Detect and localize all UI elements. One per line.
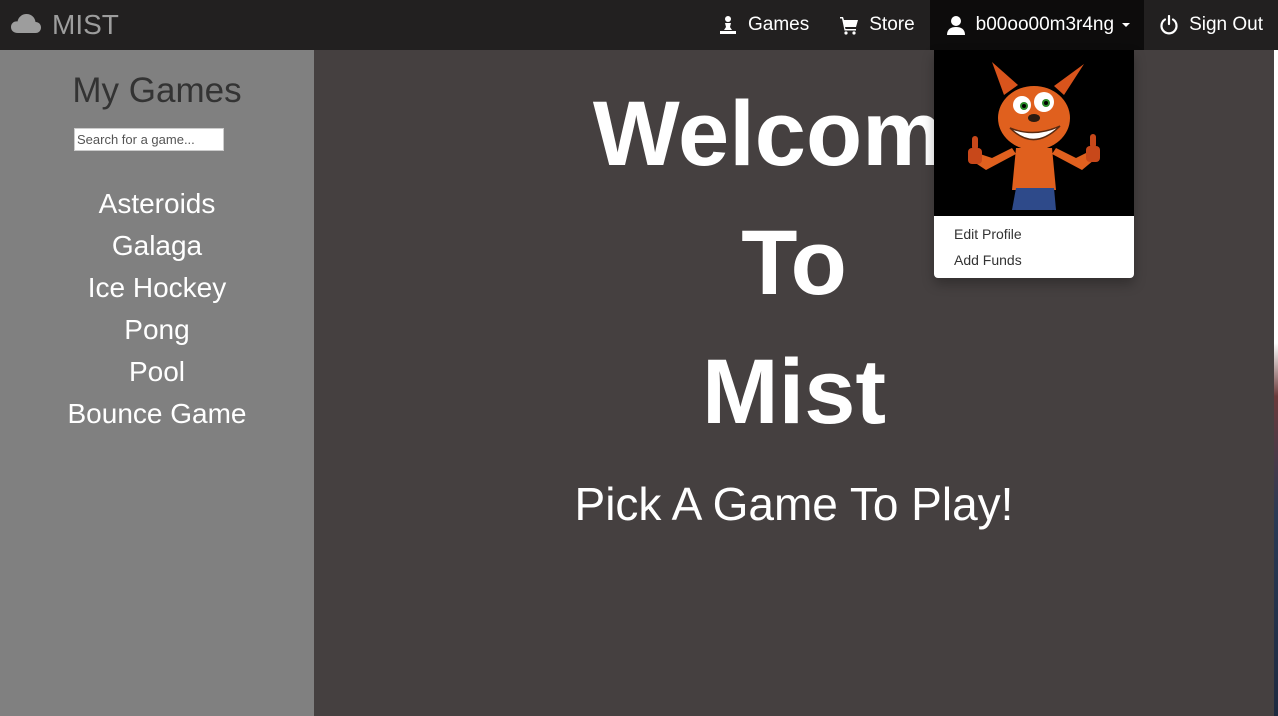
game-search-input[interactable] (74, 128, 224, 151)
sign-out-label: Sign Out (1189, 14, 1263, 35)
nav-right: Games Store b00oo00m3r4ng Sign Out (703, 0, 1278, 50)
game-link-bounce-game[interactable]: Bounce Game (0, 393, 314, 435)
edit-profile-link[interactable]: Edit Profile (934, 221, 1134, 247)
user-dropdown-toggle[interactable]: b00oo00m3r4ng (929, 0, 1145, 50)
sidebar-title: My Games (72, 71, 242, 110)
user-dropdown-menu: Edit Profile Add Funds (934, 50, 1134, 278)
nav-games-label: Games (748, 14, 810, 35)
sign-out-link[interactable]: Sign Out (1144, 0, 1278, 50)
game-link-pong[interactable]: Pong (0, 309, 314, 351)
welcome-line: Mist (702, 341, 886, 443)
nav-games[interactable]: Games (703, 0, 824, 50)
tagline: Pick A Game To Play! (574, 478, 1014, 530)
top-navbar: MIST Games Store b00oo00m3r4ng Sign Out (0, 0, 1278, 50)
caret-down-icon (1122, 23, 1131, 27)
shopping-cart-icon (839, 15, 859, 35)
power-icon (1159, 15, 1179, 35)
nav-store-label: Store (869, 14, 915, 35)
background-edge (1274, 50, 1278, 716)
username: b00oo00m3r4ng (975, 14, 1115, 35)
avatar (934, 50, 1134, 216)
pawn-icon (718, 15, 738, 35)
brand-link[interactable]: MIST (10, 0, 119, 50)
brand-name: MIST (52, 9, 119, 40)
game-link-asteroids[interactable]: Asteroids (0, 183, 314, 225)
sidebar: My Games Asteroids Galaga Ice Hockey Pon… (0, 50, 314, 716)
game-list: Asteroids Galaga Ice Hockey Pong Pool Bo… (0, 183, 314, 435)
nav-store[interactable]: Store (824, 0, 929, 50)
game-link-pool[interactable]: Pool (0, 351, 314, 393)
game-link-ice-hockey[interactable]: Ice Hockey (0, 267, 314, 309)
user-icon (946, 15, 966, 35)
add-funds-link[interactable]: Add Funds (934, 247, 1134, 273)
cloud-icon (10, 9, 52, 41)
game-link-galaga[interactable]: Galaga (0, 225, 314, 267)
